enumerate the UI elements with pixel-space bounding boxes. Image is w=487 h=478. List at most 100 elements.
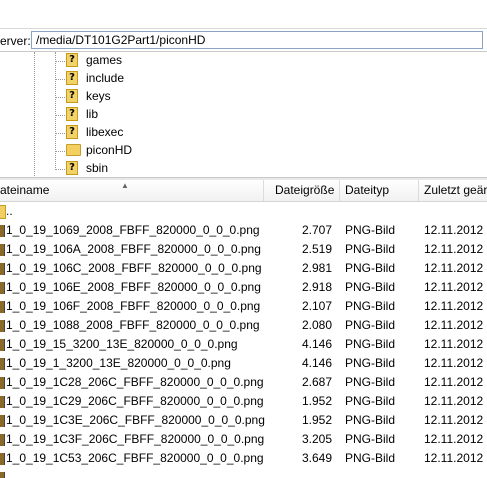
file-type: PNG-Bild <box>345 432 396 446</box>
file-name: 1_0_19_1088_2008_FBFF_820000_0_0_0.png <box>6 318 260 332</box>
column-header-size[interactable]: Dateigröße <box>275 180 338 201</box>
table-row[interactable]: 1_0_19_1_3200_13E_820000_0_0_0.png 4.146… <box>0 354 487 373</box>
tree-item-label: include <box>86 71 125 85</box>
file-type: PNG-Bild <box>345 299 396 313</box>
tree-item-label: libexec <box>86 125 124 139</box>
table-row[interactable]: 1_0_19_106E_2008_FBFF_820000_0_0_0.png 2… <box>0 278 487 297</box>
unknown-folder-icon: ? <box>66 125 78 139</box>
top-area <box>0 0 487 28</box>
file-type: PNG-Bild <box>345 394 396 408</box>
file-type: PNG-Bild <box>345 413 396 427</box>
file-size: 4.146 <box>301 356 332 370</box>
file-name: 1_0_19_15_3200_13E_820000_0_0_0.png <box>6 337 238 351</box>
file-type: PNG-Bild <box>345 451 396 465</box>
remote-site-label: erver: <box>0 34 31 48</box>
unknown-folder-icon: ? <box>66 53 78 67</box>
file-type: PNG-Bild <box>345 375 396 389</box>
table-row-partial[interactable] <box>0 468 487 478</box>
image-file-icon <box>0 339 5 351</box>
tree-guide-line <box>55 52 56 170</box>
file-modified: 12.11.2012 1 <box>424 261 487 275</box>
file-modified: 12.11.2012 1 <box>424 375 487 389</box>
file-modified: 12.11.2012 1 <box>424 451 487 465</box>
file-list: .. 1_0_19_1069_2008_FBFF_820000_0_0_0.pn… <box>0 202 487 478</box>
tree-connector <box>56 61 65 62</box>
tree-connector <box>56 169 65 170</box>
tree-connector <box>56 115 65 116</box>
file-modified: 12.11.2012 1 <box>424 394 487 408</box>
tree-guide-line <box>34 52 35 178</box>
file-name: 1_0_19_1C3E_206C_FBFF_820000_0_0_0.png <box>6 413 265 427</box>
table-row[interactable]: 1_0_19_1C3E_206C_FBFF_820000_0_0_0.png 1… <box>0 411 487 430</box>
table-row[interactable]: 1_0_19_1088_2008_FBFF_820000_0_0_0.png 2… <box>0 316 487 335</box>
table-row[interactable]: 1_0_19_1069_2008_FBFF_820000_0_0_0.png 2… <box>0 221 487 240</box>
column-header-name[interactable]: ateiname <box>0 180 262 201</box>
image-file-icon <box>0 263 5 275</box>
table-row[interactable]: 1_0_19_106F_2008_FBFF_820000_0_0_0.png 2… <box>0 297 487 316</box>
file-size: 2.707 <box>301 223 332 237</box>
table-row[interactable]: 1_0_19_1C3F_206C_FBFF_820000_0_0_0.png 3… <box>0 430 487 449</box>
file-name: 1_0_19_1C3F_206C_FBFF_820000_0_0_0.png <box>6 432 265 446</box>
image-file-icon <box>0 415 5 427</box>
column-divider[interactable] <box>418 180 419 201</box>
file-name: 1_0_19_1C53_206C_FBFF_820000_0_0_0.png <box>6 451 264 465</box>
tree-connector <box>56 79 65 80</box>
tree-item-label: games <box>86 53 123 67</box>
remote-path-input[interactable] <box>31 31 483 49</box>
file-modified: 12.11.2012 1 <box>424 280 487 294</box>
file-name: .. <box>6 204 13 218</box>
file-size: 4.146 <box>301 337 332 351</box>
image-file-icon <box>0 301 5 313</box>
tree-connector <box>56 133 65 134</box>
file-type: PNG-Bild <box>345 356 396 370</box>
file-name: 1_0_19_106C_2008_FBFF_820000_0_0_0.png <box>6 261 262 275</box>
image-file-icon <box>0 472 5 478</box>
image-file-icon <box>0 396 5 408</box>
file-modified: 12.11.2012 1 <box>424 299 487 313</box>
table-row[interactable]: 1_0_19_1C53_206C_FBFF_820000_0_0_0.png 3… <box>0 449 487 468</box>
file-modified: 12.11.2012 1 <box>424 413 487 427</box>
table-row[interactable]: 1_0_19_106A_2008_FBFF_820000_0_0_0.png 2… <box>0 240 487 259</box>
file-name: 1_0_19_106E_2008_FBFF_820000_0_0_0.png <box>6 280 261 294</box>
table-row[interactable]: 1_0_19_106C_2008_FBFF_820000_0_0_0.png 2… <box>0 259 487 278</box>
table-row[interactable]: 1_0_19_1C29_206C_FBFF_820000_0_0_0.png 1… <box>0 392 487 411</box>
column-divider[interactable] <box>339 180 340 201</box>
file-type: PNG-Bild <box>345 280 396 294</box>
file-modified: 12.11.2012 1 <box>424 337 487 351</box>
open-folder-icon <box>66 144 81 156</box>
file-modified: 12.11.2012 1 <box>424 432 487 446</box>
image-file-icon <box>0 244 5 256</box>
file-modified: 12.11.2012 1 <box>424 242 487 256</box>
file-type: PNG-Bild <box>345 318 396 332</box>
tree-connector <box>56 97 65 98</box>
file-type: PNG-Bild <box>345 337 396 351</box>
file-modified: 12.11.2012 1 <box>424 223 487 237</box>
image-file-icon <box>0 320 5 332</box>
table-row[interactable]: 1_0_19_1C28_206C_FBFF_820000_0_0_0.png 2… <box>0 373 487 392</box>
column-header-modified[interactable]: Zuletzt geär <box>424 180 487 201</box>
column-header-type[interactable]: Dateityp <box>345 180 415 201</box>
tree-connector <box>56 151 65 152</box>
tree-item-label: keys <box>86 89 111 103</box>
file-name: 1_0_19_106F_2008_FBFF_820000_0_0_0.png <box>6 299 261 313</box>
file-type: PNG-Bild <box>345 223 396 237</box>
image-file-icon <box>0 377 5 389</box>
file-size: 2.107 <box>301 299 332 313</box>
file-size: 2.519 <box>301 242 332 256</box>
unknown-folder-icon: ? <box>66 89 78 103</box>
tree-item-label: sbin <box>86 161 109 175</box>
tree-item-label: lib <box>86 107 99 121</box>
file-name: 1_0_19_1C29_206C_FBFF_820000_0_0_0.png <box>6 394 264 408</box>
file-name: 1_0_19_1069_2008_FBFF_820000_0_0_0.png <box>6 223 260 237</box>
list-item-parent[interactable]: .. <box>0 202 487 221</box>
file-size: 3.649 <box>301 451 332 465</box>
file-list-header: ▲ ateiname Dateigröße Dateityp Zuletzt g… <box>0 180 487 202</box>
file-size: 1.952 <box>301 394 332 408</box>
image-file-icon <box>0 225 5 237</box>
table-row[interactable]: 1_0_19_15_3200_13E_820000_0_0_0.png 4.14… <box>0 335 487 354</box>
file-name: 1_0_19_106A_2008_FBFF_820000_0_0_0.png <box>6 242 261 256</box>
unknown-folder-icon: ? <box>66 107 78 121</box>
file-modified: 12.11.2012 1 <box>424 318 487 332</box>
column-divider[interactable] <box>263 180 264 201</box>
image-file-icon <box>0 453 5 465</box>
